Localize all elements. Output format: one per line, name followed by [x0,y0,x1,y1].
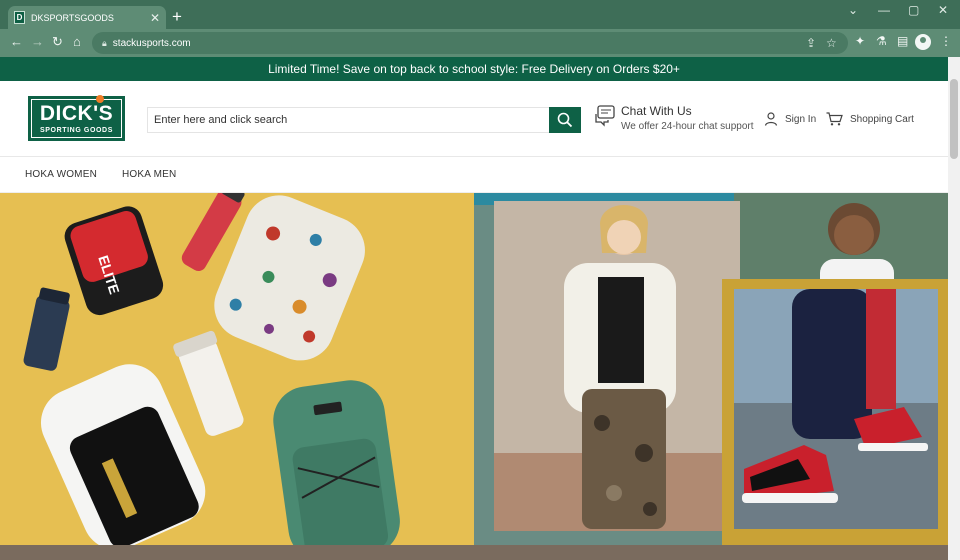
logo-sub-text: SPORTING GOODS [40,127,113,134]
promo-banner: Limited Time! Save on top back to school… [0,57,948,81]
lab-flask-icon[interactable]: ⚗ [876,35,887,47]
chat-support-icon [595,105,615,127]
home-icon[interactable]: ⌂ [73,35,81,48]
hero-fashion-image [474,193,948,560]
site-header: DICK'S SPORTING GOODS Chat With Us We [0,81,948,157]
chat-subtitle: We offer 24-hour chat support [621,121,754,132]
tab-close-icon[interactable]: ✕ [150,12,160,24]
new-tab-icon[interactable]: + [172,8,182,25]
browser-menu-icon[interactable]: ⋮ [940,35,952,47]
shopping-cart-icon [826,112,843,126]
promo-text: Limited Time! Save on top back to school… [268,62,680,76]
search-bar [147,107,581,133]
forward-icon[interactable]: → [31,35,44,48]
hero-banner[interactable]: ELITE [0,193,948,560]
web-page: Limited Time! Save on top back to school… [0,57,948,560]
share-icon[interactable]: ⇪ [806,36,816,50]
tab-title: DKSPORTSGOODS [31,12,114,23]
minimize-icon[interactable]: — [878,3,890,17]
tab-search-icon[interactable]: ⌄ [848,3,858,17]
side-panel-icon[interactable]: ▤ [897,35,908,47]
category-nav: HOKA WOMEN HOKA MEN [0,157,948,193]
dicks-logo[interactable]: DICK'S SPORTING GOODS [28,95,125,141]
logo-dot-icon [96,95,104,103]
reload-icon[interactable]: ↻ [52,35,63,48]
extensions-icon[interactable]: ✦ [855,35,865,47]
address-bar-row: ← → ↻ ⌂ 🔒︎ stackusports.com ⇪ ☆ ✦ ⚗ ▤ ⋮ [0,29,960,57]
search-icon [557,112,573,128]
address-bar[interactable]: 🔒︎ stackusports.com ⇪ ☆ [92,32,848,54]
nav-item-hoka-women[interactable]: HOKA WOMEN [25,169,97,180]
back-icon[interactable]: ← [10,35,23,48]
page-scrollbar[interactable] [948,57,960,560]
user-icon [764,112,778,126]
sign-in-label: Sign In [785,113,817,125]
search-button[interactable] [549,107,581,133]
shopping-cart-link[interactable]: Shopping Cart [826,112,914,126]
next-section-peek [0,545,948,560]
browser-chrome: D DKSPORTSGOODS ✕ + ⌄ — ▢ ✕ ← → ↻ ⌂ 🔒︎ s… [0,0,960,57]
maximize-icon[interactable]: ▢ [908,3,919,17]
profile-avatar-icon[interactable] [915,34,931,50]
logo-main-text: DICK'S [39,102,114,125]
shopping-cart-label: Shopping Cart [850,113,914,125]
lock-icon: 🔒︎ [102,37,107,48]
chat-title: Chat With Us [621,104,692,118]
nav-item-hoka-men[interactable]: HOKA MEN [122,169,176,180]
search-input[interactable] [147,107,549,133]
hero-gear-image: ELITE [0,193,474,560]
bookmark-star-icon[interactable]: ☆ [826,36,837,50]
favicon-icon: D [14,11,25,24]
window-close-icon[interactable]: ✕ [938,3,948,17]
sign-in-link[interactable]: Sign In [764,112,816,126]
url-text: stackusports.com [112,37,191,49]
chat-with-us[interactable]: Chat With Us We offer 24-hour chat suppo… [594,104,754,134]
scrollbar-thumb[interactable] [950,79,958,159]
browser-tab[interactable]: D DKSPORTSGOODS ✕ [8,6,166,29]
